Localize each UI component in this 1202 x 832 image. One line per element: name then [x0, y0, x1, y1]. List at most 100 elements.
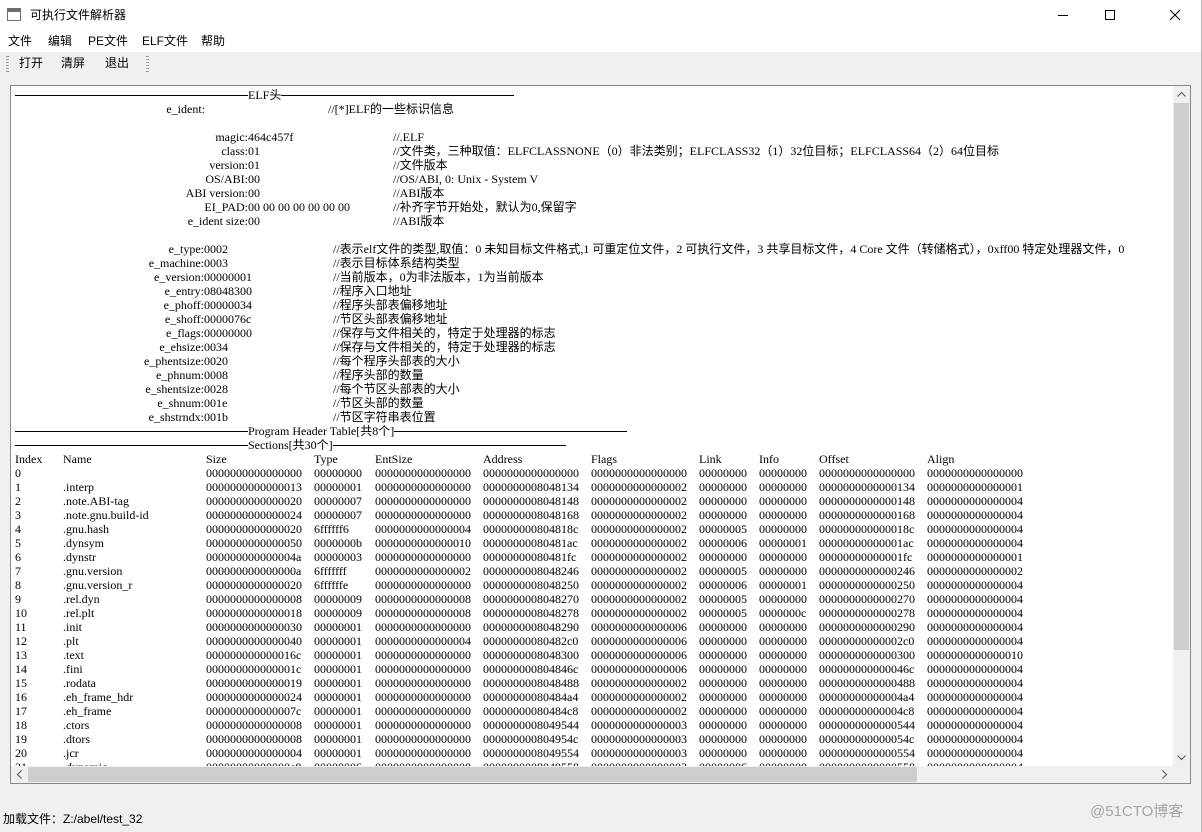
sections-divider-title: Sections[共30个] — [248, 438, 333, 452]
cell-index: 16 — [15, 690, 27, 704]
header-field-comment: //程序头部表偏移地址 — [333, 298, 448, 312]
table-row: 13 .text 000000000000016c 00000001 000000000… — [15, 648, 1173, 662]
menu-item-pe-file[interactable]: PE文件 — [87, 30, 129, 52]
ident-field-value: 01 — [248, 158, 260, 172]
cell-align: 0000000000000000 — [927, 466, 1023, 480]
menu-item-help[interactable]: 帮助 — [200, 30, 226, 52]
ident-field-line: EI_PAD: 00 00 00 00 00 00 00 //补齐字节开始处，默认为… — [15, 200, 1173, 214]
table-row: 2 .note.ABI-tag 0000000000000020 00000007 00… — [15, 494, 1173, 508]
open-button[interactable]: 打开 — [19, 52, 43, 75]
horizontal-scroll-thumb[interactable] — [28, 767, 917, 782]
cell-size: 0000000000000024 — [206, 690, 302, 704]
menu-item-file[interactable]: 文件 — [7, 30, 33, 52]
cell-address: 00000000080481fc — [483, 550, 577, 564]
header-field-label: e_phnum: — [156, 368, 204, 382]
cell-offset: 000000000000054c — [819, 732, 915, 746]
ident-field-label: e_ident size: — [187, 214, 248, 228]
cell-info: 00000000 — [759, 550, 807, 564]
cell-address: 000000000804846c — [483, 662, 579, 676]
cell-index: 14 — [15, 662, 27, 676]
cell-flags: 0000000000000002 — [591, 564, 687, 578]
cell-entsize: 0000000000000000 — [375, 480, 471, 494]
cell-address: 0000000008048134 — [483, 480, 579, 494]
cell-align: 0000000000000004 — [927, 690, 1023, 704]
cell-type: 00000007 — [314, 508, 362, 522]
cell-align: 0000000000000004 — [927, 718, 1023, 732]
header-field-comment: //程序头部的数量 — [333, 368, 424, 382]
cell-flags: 0000000000000002 — [591, 508, 687, 522]
cell-entsize: 0000000000000010 — [375, 536, 471, 550]
vertical-scrollbar[interactable] — [1173, 86, 1190, 766]
cell-address: 0000000008049544 — [483, 718, 579, 732]
header-field-line: e_phentsize: 0020 //每个程序头部表的大小 — [15, 354, 1173, 368]
cell-link: 00000006 — [699, 578, 747, 592]
cell-size: 000000000000001c — [206, 662, 302, 676]
ident-field-line: class: 01 //文件类，三种取值：ELFCLASSNONE（0）非法类别；E… — [15, 144, 1173, 158]
minimize-icon[interactable] — [1058, 10, 1068, 20]
clear-screen-button[interactable]: 清屏 — [61, 52, 85, 75]
vertical-scroll-thumb[interactable] — [1174, 103, 1189, 650]
ident-field-value: 00 — [248, 172, 260, 186]
header-field-value: 08048300 — [204, 284, 252, 298]
scroll-right-icon[interactable] — [1156, 766, 1173, 783]
maximize-icon[interactable] — [1105, 10, 1115, 20]
cell-entsize: 0000000000000000 — [375, 550, 471, 564]
cell-type: 00000001 — [314, 718, 362, 732]
horizontal-scrollbar[interactable] — [11, 766, 1173, 783]
cell-entsize: 0000000000000002 — [375, 564, 471, 578]
close-icon[interactable] — [1170, 10, 1180, 20]
scrollbar-corner — [1173, 766, 1190, 783]
menu-item-edit[interactable]: 编辑 — [47, 30, 73, 52]
menu-item-elf-file[interactable]: ELF文件 — [141, 30, 189, 52]
cell-flags: 0000000000000002 — [591, 690, 687, 704]
cell-flags: 0000000000000006 — [591, 620, 687, 634]
cell-index: 11 — [15, 620, 27, 634]
ident-field-label: OS/ABI: — [205, 172, 248, 186]
cell-entsize: 0000000000000000 — [375, 578, 471, 592]
scroll-down-icon[interactable] — [1173, 749, 1190, 766]
cell-link: 00000000 — [699, 550, 747, 564]
cell-flags: 0000000000000002 — [591, 494, 687, 508]
table-row: 4 .gnu.hash 0000000000000020 6ffffff6 000000… — [15, 522, 1173, 536]
header-field-label: e_shentsize: — [145, 382, 204, 396]
scroll-up-icon[interactable] — [1173, 86, 1190, 103]
cell-type: 00000001 — [314, 620, 362, 634]
column-header-align: Align — [927, 452, 955, 466]
header-field-comment: //节区头部的数量 — [333, 396, 424, 410]
cell-flags: 0000000000000006 — [591, 648, 687, 662]
scroll-left-icon[interactable] — [11, 766, 28, 783]
cell-link: 00000000 — [699, 466, 747, 480]
cell-offset: 0000000000000300 — [819, 648, 915, 662]
cell-align: 0000000000000001 — [927, 550, 1023, 564]
output-text-view[interactable]: ELF头 e_ident: //[*]ELF的一些标识信息 magic: 464c457… — [10, 85, 1191, 784]
cell-address: 0000000008049554 — [483, 746, 579, 760]
header-field-line: e_ehsize: 0034 //保存与文件相关的，特定于处理器的标志 — [15, 340, 1173, 354]
cell-align: 0000000000000004 — [927, 606, 1023, 620]
cell-entsize: 0000000000000000 — [375, 662, 471, 676]
cell-info: 00000000 — [759, 592, 807, 606]
header-field-value: 0003 — [204, 256, 228, 270]
table-row: 8 .gnu.version_r 0000000000000020 6ffffffe 0… — [15, 578, 1173, 592]
cell-link: 00000000 — [699, 732, 747, 746]
cell-offset: 0000000000000544 — [819, 718, 915, 732]
toolbar-grip-handle[interactable] — [6, 56, 9, 72]
header-field-value: 00000034 — [204, 298, 252, 312]
header-field-line: e_phoff: 00000034 //程序头部表偏移地址 — [15, 298, 1173, 312]
cell-entsize: 0000000000000000 — [375, 466, 471, 480]
cell-size: 000000000000000a — [206, 564, 302, 578]
ident-field-line: e_ident size: 00 //ABI版本 — [15, 214, 1173, 228]
cell-align: 0000000000000004 — [927, 508, 1023, 522]
cell-type: 00000001 — [314, 480, 362, 494]
output-viewport[interactable]: ELF头 e_ident: //[*]ELF的一些标识信息 magic: 464c457… — [11, 86, 1173, 766]
cell-link: 00000005 — [699, 564, 747, 578]
title-bar[interactable]: 可执行文件解析器 — [0, 0, 1201, 30]
cell-info: 00000000 — [759, 676, 807, 690]
ident-field-label: EI_PAD: — [204, 200, 248, 214]
header-field-line: e_phnum: 0008 //程序头部的数量 — [15, 368, 1173, 382]
cell-flags: 0000000000000002 — [591, 536, 687, 550]
header-field-label: e_shstrndx: — [148, 410, 204, 424]
exit-button[interactable]: 退出 — [105, 52, 129, 75]
cell-link: 00000005 — [699, 522, 747, 536]
cell-entsize: 0000000000000000 — [375, 648, 471, 662]
cell-type: 0000000b — [314, 536, 362, 550]
